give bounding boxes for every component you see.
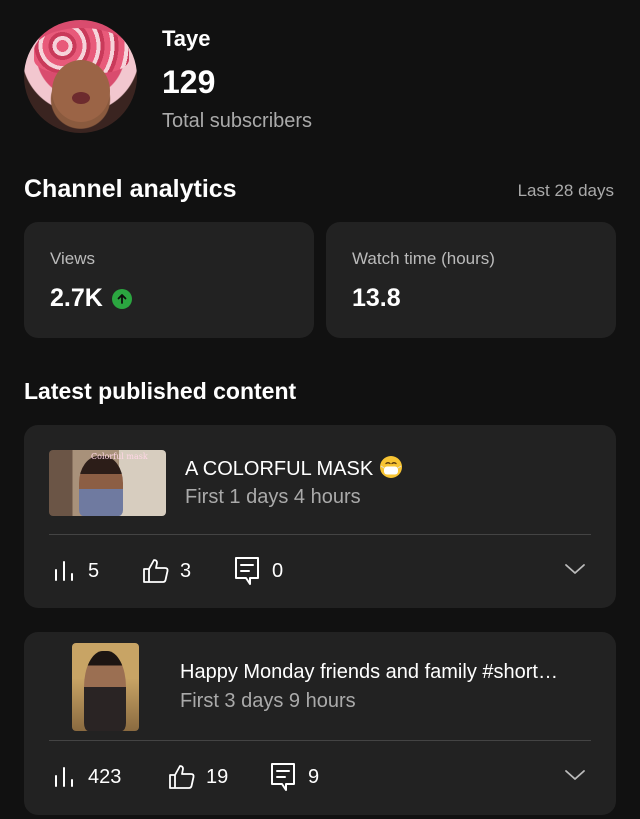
mask-face-emoji-icon bbox=[379, 455, 403, 485]
comments-stat: 9 bbox=[270, 762, 319, 792]
analytics-range: Last 28 days bbox=[517, 181, 614, 200]
thumbs-up-icon bbox=[169, 765, 195, 789]
bar-chart-icon bbox=[55, 561, 73, 581]
likes-count: 3 bbox=[180, 559, 192, 582]
divider bbox=[49, 534, 591, 535]
views-stat: 5 bbox=[52, 560, 142, 583]
likes-stat: 3 bbox=[142, 558, 234, 584]
trend-up-icon bbox=[111, 288, 132, 309]
channel-header: Taye 129 Total subscribers bbox=[24, 20, 616, 135]
expand-button[interactable] bbox=[564, 562, 586, 581]
views-value-row: 2.7K bbox=[50, 284, 132, 313]
avatar-lips bbox=[72, 92, 90, 104]
views-label: Views bbox=[50, 249, 96, 268]
thumbs-up-icon bbox=[143, 559, 169, 583]
video-thumbnail[interactable]: Colorful mask bbox=[49, 450, 166, 516]
views-count: 5 bbox=[88, 559, 100, 582]
video-stats-row: 5 3 0 bbox=[52, 555, 586, 587]
avatar-face bbox=[52, 60, 110, 122]
video-stats-row: 423 19 9 bbox=[52, 761, 586, 793]
channel-avatar[interactable] bbox=[24, 20, 137, 133]
comments-count: 9 bbox=[308, 765, 320, 788]
content-item[interactable]: Happy Monday friends and family #short… … bbox=[24, 632, 616, 815]
video-thumbnail[interactable] bbox=[72, 643, 139, 731]
chevron-down-icon bbox=[565, 769, 585, 780]
views-count: 423 bbox=[88, 765, 122, 788]
thumbnail-person bbox=[84, 651, 126, 731]
content-item[interactable]: Colorful mask A COLORFUL MASK First 1 da… bbox=[24, 425, 616, 608]
subscriber-label: Total subscribers bbox=[162, 110, 313, 132]
video-subtitle: First 1 days 4 hours bbox=[185, 486, 361, 508]
analytics-title: Channel analytics bbox=[24, 175, 237, 203]
video-title[interactable]: Happy Monday friends and family #short… bbox=[180, 661, 595, 684]
comment-icon bbox=[271, 763, 295, 791]
video-title[interactable]: A COLORFUL MASK bbox=[185, 455, 403, 485]
subscriber-count: 129 bbox=[162, 64, 216, 100]
comments-count: 0 bbox=[272, 559, 284, 582]
latest-content-title: Latest published content bbox=[24, 378, 297, 404]
views-metric-card[interactable]: Views 2.7K bbox=[24, 222, 314, 338]
video-title-text: A COLORFUL MASK bbox=[185, 458, 374, 480]
thumbnail-person bbox=[79, 456, 123, 516]
bar-chart-icon bbox=[55, 767, 73, 787]
watch-time-value: 13.8 bbox=[352, 284, 401, 312]
chevron-down-icon bbox=[565, 563, 585, 574]
comment-icon bbox=[235, 557, 259, 585]
video-subtitle: First 3 days 9 hours bbox=[180, 690, 356, 712]
divider bbox=[49, 740, 591, 741]
thumbnail-caption: Colorful mask bbox=[91, 452, 148, 461]
views-value: 2.7K bbox=[50, 284, 103, 312]
watch-time-metric-card[interactable]: Watch time (hours) 13.8 bbox=[326, 222, 616, 338]
watch-time-label: Watch time (hours) bbox=[352, 249, 495, 268]
expand-button[interactable] bbox=[564, 768, 586, 787]
likes-stat: 19 bbox=[168, 764, 270, 790]
channel-name: Taye bbox=[162, 26, 211, 51]
comments-stat: 0 bbox=[234, 556, 283, 586]
likes-count: 19 bbox=[206, 765, 229, 788]
views-stat: 423 bbox=[52, 766, 168, 789]
